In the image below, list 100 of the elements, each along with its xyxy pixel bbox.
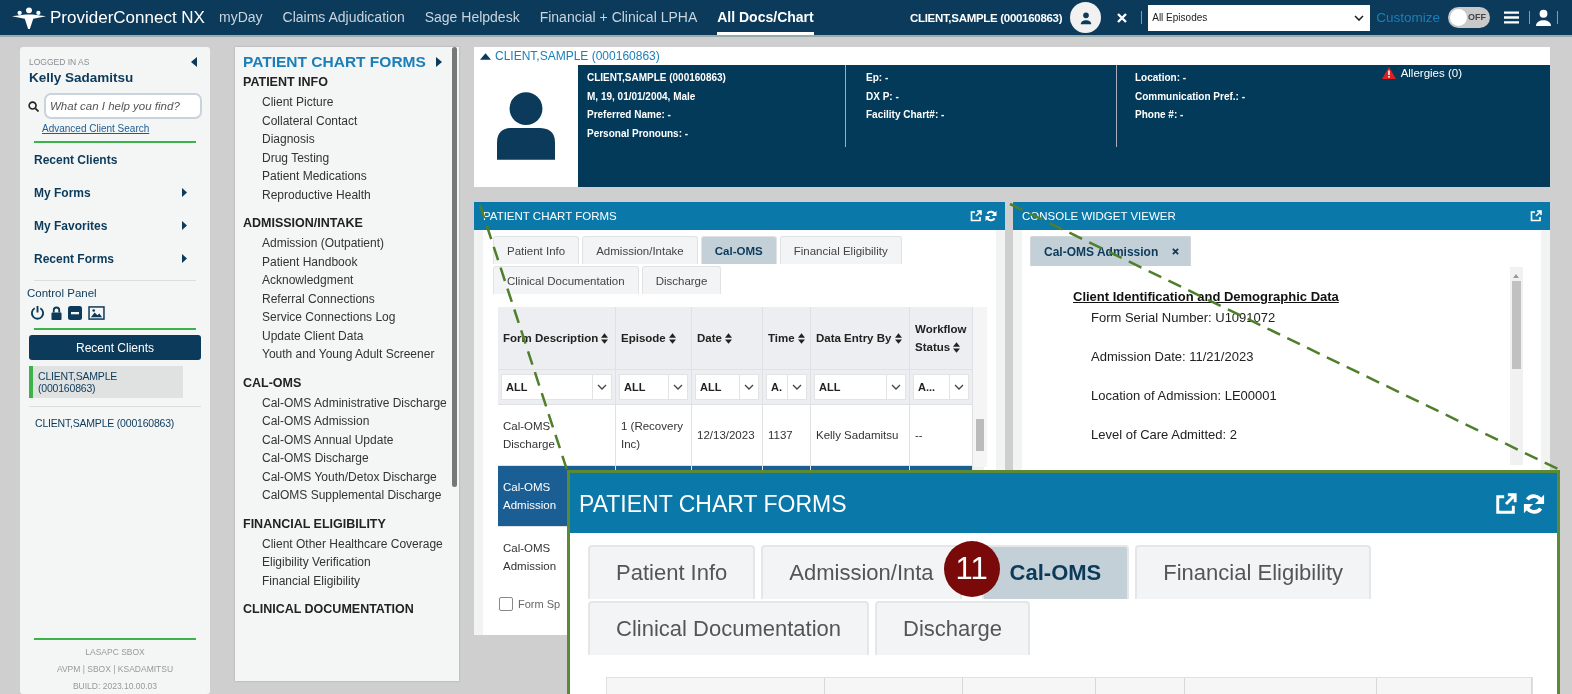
client-name: CLIENT,SAMPLE (000160863) <box>909 11 1063 24</box>
sort-icon <box>797 333 805 345</box>
field-text: Location of Admission: LE00001 <box>1091 387 1277 405</box>
episode-select[interactable]: All Episodes <box>1148 4 1371 31</box>
scrollbar[interactable] <box>1510 267 1523 465</box>
form-link[interactable]: Cal-OMS Youth/Detox Discharge <box>243 467 437 486</box>
checkbox[interactable] <box>499 597 513 611</box>
sidebar-menu-item[interactable]: My Favorites <box>27 209 203 242</box>
scrollbar[interactable] <box>452 47 457 487</box>
panel-title: PATIENT CHART FORMS <box>483 210 617 222</box>
column-header[interactable]: Time <box>762 307 811 370</box>
client-info-text: M, 19, 01/01/2004, Male <box>587 89 697 104</box>
collapse-icon[interactable] <box>191 57 197 67</box>
chevron-down-icon <box>891 384 901 390</box>
form-link[interactable]: Financial Eligibility <box>243 571 361 590</box>
recent-client-item[interactable]: CLIENT,SAMPLE (000160863) <box>29 366 183 398</box>
sidebar-menu-item[interactable]: Recent Clients <box>27 143 203 176</box>
warning-icon <box>1381 67 1396 79</box>
form-link[interactable]: Acknowledgment <box>243 271 354 290</box>
client-info-text: Ep: - <box>866 71 890 85</box>
form-link[interactable]: Cal-OMS Administrative Discharge <box>243 393 447 412</box>
column-header[interactable]: Episode <box>615 307 692 370</box>
recent-client-item[interactable]: CLIENT,SAMPLE (000160863) <box>29 406 201 433</box>
filter-select[interactable]: A... <box>913 374 969 400</box>
filter-select[interactable]: ALL <box>695 374 759 400</box>
minus-square-icon[interactable] <box>68 305 82 320</box>
tab[interactable]: Discharge <box>641 266 722 294</box>
tab[interactable]: Clinical Documentation <box>493 266 639 294</box>
filter-select[interactable]: ALL <box>619 374 688 400</box>
form-link[interactable]: Cal-OMS Discharge <box>243 449 369 468</box>
form-link[interactable]: Diagnosis <box>243 130 315 149</box>
power-icon[interactable] <box>30 305 45 320</box>
form-link[interactable]: Reproductive Health <box>243 185 371 204</box>
tab[interactable]: Financial Eligibility <box>779 236 902 264</box>
column-header[interactable]: Workflow Status <box>909 307 973 370</box>
nav-link[interactable]: myDay <box>218 0 263 35</box>
chevron-down-icon <box>1354 14 1365 21</box>
image-icon[interactable] <box>88 305 105 320</box>
refresh-icon[interactable] <box>985 210 997 222</box>
sort-icon <box>601 333 609 345</box>
allergies-text[interactable]: Allergies (0) <box>1400 67 1462 79</box>
client-info-text: Phone #: - <box>1135 108 1185 122</box>
chevron-down-icon <box>597 384 607 390</box>
client-title[interactable]: CLIENT,SAMPLE (000160863) <box>495 49 660 63</box>
widget-tab[interactable]: Cal-OMS Admission <box>1030 236 1192 266</box>
form-link[interactable]: Service Connections Log <box>243 308 396 327</box>
caret-up-icon[interactable] <box>480 52 491 60</box>
tab[interactable]: Patient Info <box>493 236 580 264</box>
form-link[interactable]: Update Client Data <box>243 326 364 345</box>
nav-link[interactable]: Sage Helpdesk <box>424 0 520 35</box>
column-header[interactable]: Date <box>691 307 763 370</box>
close-icon[interactable] <box>1172 248 1180 255</box>
external-link-icon[interactable] <box>970 210 982 222</box>
scrollbar[interactable] <box>973 307 987 467</box>
form-link[interactable]: Referral Connections <box>243 289 375 308</box>
form-link[interactable]: CalOMS Supplemental Discharge <box>243 486 442 505</box>
form-link[interactable]: Client Picture <box>243 93 334 112</box>
search-field[interactable]: What can I help you find? <box>44 93 202 119</box>
menu-icon[interactable] <box>1504 11 1519 24</box>
column-header[interactable]: Data Entry By <box>810 307 910 370</box>
expand-icon[interactable] <box>435 57 442 67</box>
tab[interactable]: Cal-OMS <box>700 236 777 264</box>
tab[interactable]: Admission/Intake <box>582 236 698 264</box>
external-link-icon[interactable] <box>1530 210 1542 222</box>
filter-select[interactable]: ALL <box>814 374 906 400</box>
client-info-text: Personal Pronouns: - <box>587 126 690 141</box>
field-text: Form Serial Number: U1091072 <box>1091 309 1276 327</box>
form-link[interactable]: Youth and Young Adult Screener <box>243 345 435 364</box>
form-link[interactable]: Collateral Contact <box>243 111 358 130</box>
nav-link[interactable]: Financial + Clinical LPHA <box>539 0 698 35</box>
form-link[interactable]: Patient Medications <box>243 167 367 186</box>
lock-icon[interactable] <box>51 305 62 320</box>
nav-link[interactable]: All Docs/Chart <box>717 0 814 35</box>
client-info-text: Preferred Name: - <box>587 108 672 122</box>
refresh-icon <box>1523 493 1545 515</box>
form-link[interactable]: Cal-OMS Admission <box>243 412 370 431</box>
filter-select[interactable]: ALL <box>501 374 612 400</box>
form-link[interactable]: Patient Handbook <box>243 252 358 271</box>
advanced-search-link[interactable]: Advanced Client Search <box>42 123 203 134</box>
form-link[interactable]: Drug Testing <box>243 148 330 167</box>
recent-clients-button[interactable]: Recent Clients <box>29 335 201 360</box>
table-row[interactable]: Cal-OMS Discharge 1 (Recovery Inc) 12/13/2023 1137 Kelly Sadamitsu -- <box>498 404 973 466</box>
table-cell: 1137 <box>768 429 793 441</box>
filter-select[interactable]: A. <box>766 374 807 400</box>
sidebar-menu-item[interactable]: Recent Forms <box>27 242 203 275</box>
form-link[interactable]: Eligibility Verification <box>243 553 371 572</box>
sidebar-menu-item[interactable]: My Forms <box>27 176 203 209</box>
toggle-switch[interactable]: OFF <box>1448 7 1490 28</box>
client-avatar-button[interactable] <box>1070 2 1102 33</box>
panel-title: PATIENT CHART FORMS <box>579 490 847 518</box>
user-icon[interactable] <box>1536 9 1551 26</box>
form-link[interactable]: Admission (Outpatient) <box>243 234 385 253</box>
form-link[interactable]: Cal-OMS Annual Update <box>243 430 394 449</box>
chevron-down-icon <box>954 384 964 390</box>
form-link[interactable]: Client Other Healthcare Coverage <box>243 534 443 553</box>
sort-icon <box>668 333 676 345</box>
person-icon <box>1078 10 1093 25</box>
sort-icon <box>725 333 733 345</box>
field-text: Level of Care Admitted: 2 <box>1091 426 1237 444</box>
nav-link[interactable]: Claims Adjudication <box>282 0 405 35</box>
